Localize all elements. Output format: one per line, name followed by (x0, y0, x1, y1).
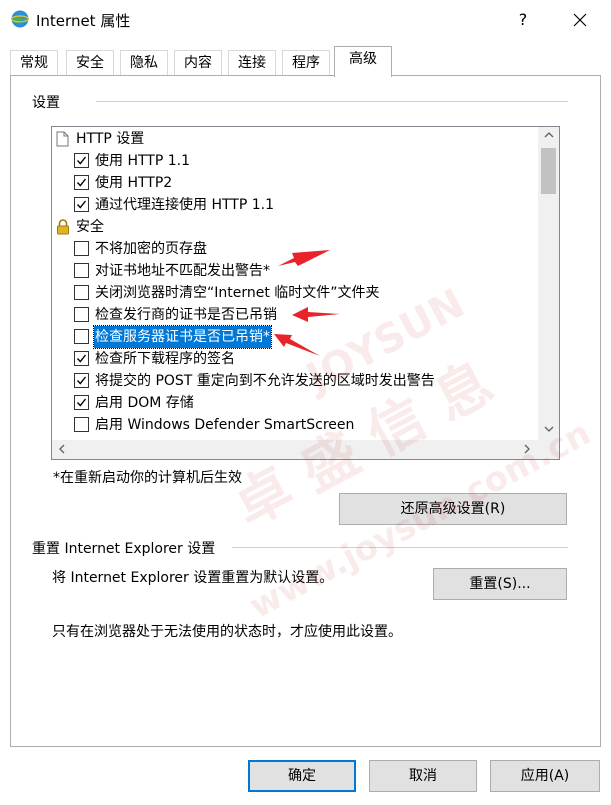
setting-label[interactable]: 检查发行商的证书是否已吊销 (95, 304, 277, 326)
setting-option-row[interactable]: 启用 Windows Defender SmartScreen (52, 414, 538, 436)
scroll-left-button[interactable] (53, 442, 71, 457)
restart-note: *在重新启动你的计算机后生效 (53, 470, 242, 486)
setting-checkbox[interactable] (74, 153, 89, 168)
reset-button[interactable]: 重置(S)... (433, 568, 567, 600)
settings-category-header: HTTP 设置 (52, 128, 538, 150)
annotation-arrow-icon (274, 334, 320, 356)
setting-checkbox[interactable] (74, 175, 89, 190)
vertical-scrollbar[interactable] (538, 127, 559, 459)
checkmark-icon (76, 156, 87, 165)
setting-label[interactable]: 启用 DOM 存储 (95, 392, 194, 414)
setting-checkbox[interactable] (74, 351, 89, 366)
setting-label[interactable]: 将提交的 POST 重定向到不允许发送的区域时发出警告 (95, 370, 435, 392)
settings-category-header: 安全 (52, 216, 538, 238)
setting-label[interactable]: 不将加密的页存盘 (95, 238, 207, 260)
setting-checkbox[interactable] (74, 373, 89, 388)
scroll-right-button[interactable] (518, 442, 536, 457)
checkmark-icon (76, 178, 87, 187)
setting-checkbox[interactable] (74, 329, 89, 344)
setting-option-row[interactable]: 使用 HTTP 1.1 (52, 150, 538, 172)
reset-group-divider (232, 547, 568, 548)
annotation-arrow-icon (278, 250, 330, 266)
setting-option-row[interactable]: 使用 HTTP2 (52, 172, 538, 194)
reset-group-label: 重置 Internet Explorer 设置 (32, 541, 216, 557)
annotation-arrow-icon (292, 307, 340, 322)
chevron-left-icon (59, 444, 65, 454)
setting-option-row[interactable]: 通过代理连接使用 HTTP 1.1 (52, 194, 538, 216)
setting-checkbox[interactable] (74, 307, 89, 322)
setting-label-selected[interactable]: 检查服务器证书是否已吊销* (93, 325, 272, 349)
chevron-up-icon (544, 132, 553, 138)
setting-checkbox[interactable] (74, 395, 89, 410)
checkmark-icon (76, 354, 87, 363)
chevron-right-icon (524, 444, 530, 454)
category-label: HTTP 设置 (76, 131, 145, 147)
chevron-down-icon (544, 426, 553, 432)
lock-icon (56, 219, 70, 235)
restore-advanced-settings-button[interactable]: 还原高级设置(R) (339, 493, 567, 525)
checkmark-icon (76, 200, 87, 209)
setting-label[interactable]: 启用 Windows Defender SmartScreen (95, 414, 354, 436)
scroll-down-button[interactable] (538, 421, 559, 439)
setting-label[interactable]: 通过代理连接使用 HTTP 1.1 (95, 194, 274, 216)
settings-list: HTTP 设置使用 HTTP 1.1 使用 HTTP2 通过代理连接使用 HTTP … (52, 127, 538, 459)
setting-checkbox[interactable] (74, 197, 89, 212)
setting-option-row[interactable]: 关闭浏览器时清空“Internet 临时文件”文件夹 (52, 282, 538, 304)
scroll-up-button[interactable] (538, 127, 559, 145)
setting-option-row[interactable]: 启用 DOM 存储 (52, 392, 538, 414)
document-icon (56, 131, 70, 147)
setting-label[interactable]: 关闭浏览器时清空“Internet 临时文件”文件夹 (95, 282, 380, 304)
checkmark-icon (76, 398, 87, 407)
horizontal-scrollbar[interactable] (52, 440, 538, 459)
setting-checkbox[interactable] (74, 263, 89, 278)
settings-listbox[interactable]: HTTP 设置使用 HTTP 1.1 使用 HTTP2 通过代理连接使用 HTTP … (51, 126, 560, 460)
settings-group-label: 设置 (32, 95, 60, 111)
category-label: 安全 (76, 219, 104, 235)
setting-checkbox[interactable] (74, 241, 89, 256)
setting-label[interactable]: 使用 HTTP2 (95, 172, 172, 194)
setting-label[interactable]: 使用 HTTP 1.1 (95, 150, 190, 172)
setting-option-row[interactable]: 将提交的 POST 重定向到不允许发送的区域时发出警告 (52, 370, 538, 392)
setting-checkbox[interactable] (74, 285, 89, 300)
scroll-thumb[interactable] (541, 148, 556, 194)
reset-warning: 只有在浏览器处于无法使用的状态时，才应使用此设置。 (52, 624, 402, 640)
settings-group-divider (96, 101, 568, 102)
setting-label[interactable]: 对证书地址不匹配发出警告* (95, 260, 270, 282)
checkmark-icon (76, 376, 87, 385)
setting-checkbox[interactable] (74, 417, 89, 432)
reset-description: 将 Internet Explorer 设置重置为默认设置。 (52, 570, 334, 586)
setting-label[interactable]: 检查所下载程序的签名 (95, 348, 235, 370)
